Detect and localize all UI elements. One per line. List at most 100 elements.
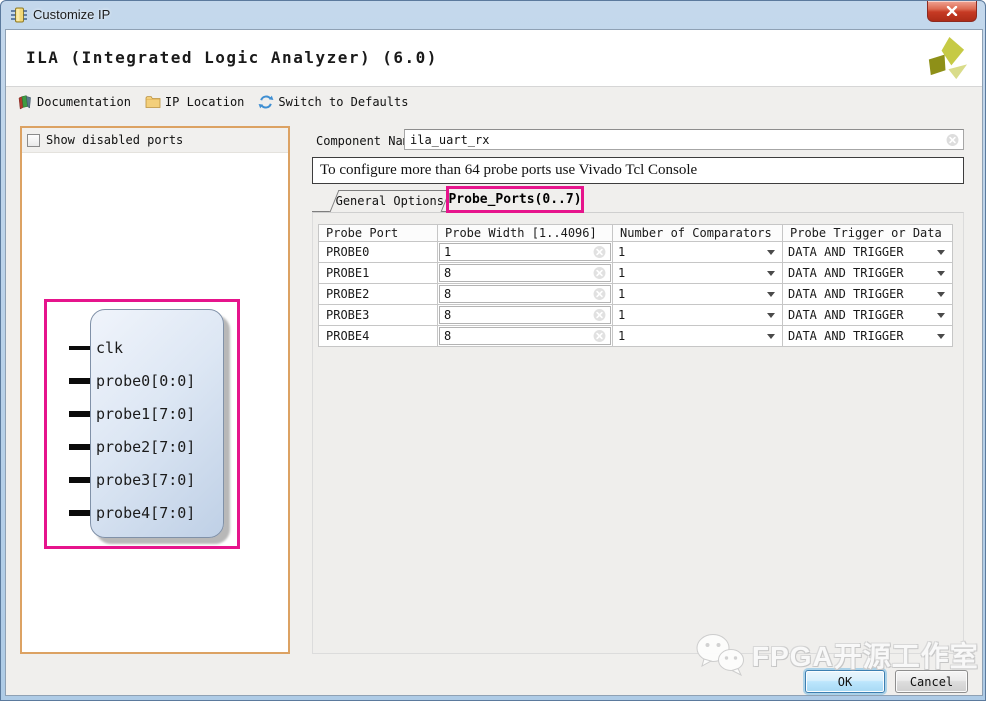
ip-location-button[interactable]: IP Location: [145, 94, 244, 110]
port-row: clk: [91, 331, 223, 364]
tab-probe-ports[interactable]: Probe_Ports(0..7): [446, 186, 584, 213]
customize-ip-window: Customize IP ILA (Integrated Logic Analy…: [0, 0, 986, 701]
port-row: probe1[7:0]: [91, 397, 223, 430]
tab-general-options[interactable]: General Options: [330, 190, 451, 212]
documentation-label: Documentation: [37, 95, 131, 109]
clear-icon[interactable]: [593, 288, 606, 301]
component-name-label: Component Name: [316, 134, 417, 148]
tabstrip: General Options Probe_Ports(0..7): [312, 188, 964, 212]
tab-probe-ports-label: Probe_Ports(0..7): [448, 192, 581, 207]
trigger-value: DATA AND TRIGGER: [788, 308, 904, 322]
comparators-select[interactable]: 1: [613, 284, 783, 305]
probe-width-input[interactable]: [440, 307, 610, 323]
probe-width-input[interactable]: [440, 286, 610, 302]
column-header-comparators: Number of Comparators: [613, 224, 783, 242]
chevron-down-icon: [937, 271, 945, 276]
port-row: probe4[7:0]: [91, 496, 223, 529]
port-stub: [69, 346, 90, 350]
probe-width-cell: [438, 242, 613, 263]
port-label-probe2: probe2[7:0]: [91, 438, 195, 456]
probe-width-input[interactable]: [440, 244, 610, 260]
component-name-field: [404, 129, 964, 150]
trigger-select[interactable]: DATA AND TRIGGER: [783, 284, 953, 305]
ip-symbol-block[interactable]: clk probe0[0:0] probe1[7:0] probe2[7:0]: [90, 309, 224, 538]
port-stub: [69, 477, 90, 483]
probe-port-cell: PROBE4: [318, 326, 438, 347]
documentation-book-icon: [17, 94, 33, 110]
tab-general-options-label: General Options: [335, 191, 445, 212]
chevron-down-icon: [937, 334, 945, 339]
table-row-probe0: PROBE0 1 DATA AND TRIGGER: [318, 242, 953, 263]
close-button[interactable]: [927, 1, 977, 22]
comparators-select[interactable]: 1: [613, 326, 783, 347]
comparators-select[interactable]: 1: [613, 242, 783, 263]
probe-width-input[interactable]: [440, 265, 610, 281]
component-name-input[interactable]: [405, 130, 963, 149]
switch-to-defaults-label: Switch to Defaults: [278, 95, 408, 109]
port-stub: [69, 510, 90, 516]
probe-width-cell: [438, 284, 613, 305]
cancel-button-label: Cancel: [910, 675, 953, 689]
column-header-trigger: Probe Trigger or Data: [783, 224, 953, 242]
chevron-down-icon: [767, 313, 775, 318]
close-icon: [946, 6, 958, 16]
clear-icon[interactable]: [593, 330, 606, 343]
port-stub: [69, 378, 90, 384]
port-label-probe0: probe0[0:0]: [91, 372, 195, 390]
ip-title: ILA (Integrated Logic Analyzer) (6.0): [26, 48, 438, 67]
clear-icon[interactable]: [593, 246, 606, 259]
comparators-select[interactable]: 1: [613, 305, 783, 326]
switch-to-defaults-button[interactable]: Switch to Defaults: [258, 94, 408, 110]
probe-width-input[interactable]: [440, 328, 610, 344]
chevron-down-icon: [767, 334, 775, 339]
port-stub: [69, 444, 90, 450]
comparators-value: 1: [618, 245, 625, 259]
probe-limit-notice: To configure more than 64 probe ports us…: [312, 157, 964, 184]
probe-ports-panel: Probe Port Probe Width [1..4096] Number …: [312, 212, 964, 654]
comparators-value: 1: [618, 329, 625, 343]
chevron-down-icon: [767, 250, 775, 255]
port-label-clk: clk: [91, 339, 123, 357]
trigger-select[interactable]: DATA AND TRIGGER: [783, 242, 953, 263]
probe-table: Probe Port Probe Width [1..4096] Number …: [318, 224, 953, 347]
table-header-row: Probe Port Probe Width [1..4096] Number …: [318, 224, 953, 242]
dialog-body: ILA (Integrated Logic Analyzer) (6.0) Do…: [5, 29, 983, 696]
clear-icon[interactable]: [593, 309, 606, 322]
ok-button-label: OK: [838, 675, 852, 689]
probe-port-cell: PROBE0: [318, 242, 438, 263]
documentation-button[interactable]: Documentation: [17, 94, 131, 110]
trigger-select[interactable]: DATA AND TRIGGER: [783, 263, 953, 284]
trigger-value: DATA AND TRIGGER: [788, 266, 904, 280]
trigger-select[interactable]: DATA AND TRIGGER: [783, 305, 953, 326]
xilinx-logo: [921, 35, 968, 82]
port-row: probe2[7:0]: [91, 430, 223, 463]
chevron-down-icon: [937, 292, 945, 297]
symbol-panel: Show disabled ports clk probe0[0:0] pr: [20, 126, 290, 654]
comparators-select[interactable]: 1: [613, 263, 783, 284]
chevron-down-icon: [767, 271, 775, 276]
probe-width-cell: [438, 263, 613, 284]
clear-icon[interactable]: [946, 133, 959, 146]
probe-width-cell: [438, 305, 613, 326]
folder-icon: [145, 94, 161, 110]
show-disabled-ports-label: Show disabled ports: [46, 133, 183, 147]
symbol-panel-header: Show disabled ports: [22, 128, 288, 153]
show-disabled-ports-checkbox[interactable]: [27, 134, 40, 147]
clear-icon[interactable]: [593, 267, 606, 280]
table-row-probe1: PROBE1 1 DATA AND TRIGGER: [318, 263, 953, 284]
comparators-value: 1: [618, 266, 625, 280]
comparators-value: 1: [618, 308, 625, 322]
trigger-value: DATA AND TRIGGER: [788, 287, 904, 301]
ip-symbol-diagram: clk probe0[0:0] probe1[7:0] probe2[7:0]: [22, 153, 288, 654]
port-label-probe3: probe3[7:0]: [91, 471, 195, 489]
cancel-button[interactable]: Cancel: [895, 670, 968, 693]
trigger-select[interactable]: DATA AND TRIGGER: [783, 326, 953, 347]
port-label-probe4: probe4[7:0]: [91, 504, 195, 522]
ok-button[interactable]: OK: [805, 670, 885, 693]
ip-location-label: IP Location: [165, 95, 244, 109]
titlebar[interactable]: Customize IP: [1, 1, 985, 29]
port-row: probe0[0:0]: [91, 364, 223, 397]
chevron-down-icon: [937, 313, 945, 318]
toolbar: Documentation IP Location Switch to Defa…: [6, 88, 982, 116]
probe-port-cell: PROBE3: [318, 305, 438, 326]
